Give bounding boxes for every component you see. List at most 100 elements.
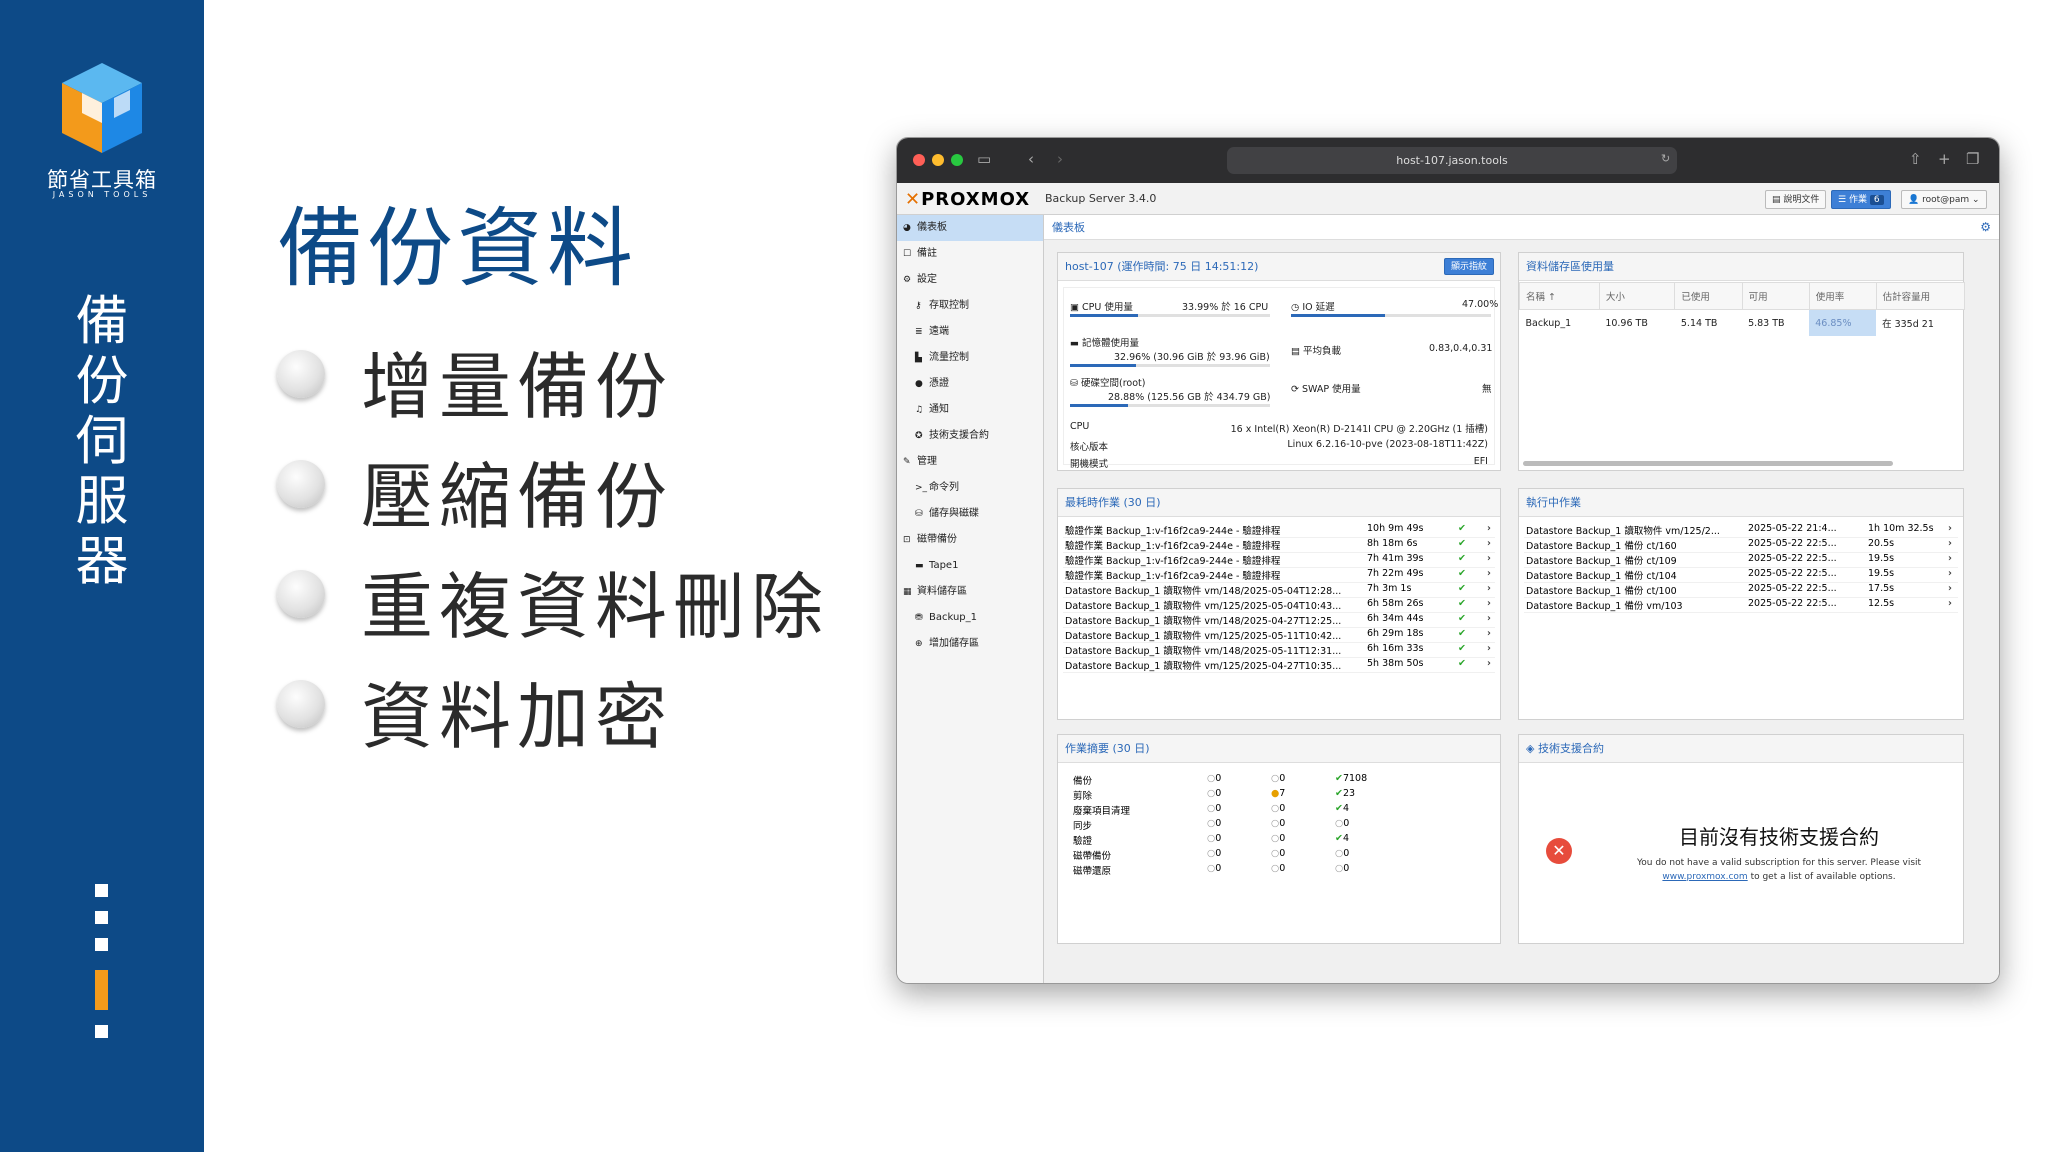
summary-row[interactable]: 驗證 ○0 ○0 ✔4 xyxy=(1063,833,1495,848)
task-row[interactable]: 驗證作業 Backup_1:v-f16f2ca9-244e - 驗證排程 10h … xyxy=(1063,523,1495,538)
chevron-right-icon[interactable]: › xyxy=(1487,523,1491,534)
back-icon[interactable]: ‹ xyxy=(1028,150,1034,168)
chevron-right-icon[interactable]: › xyxy=(1487,568,1491,579)
running-task-row[interactable]: Datastore Backup_1 備份 ct/160 2025-05-22 2… xyxy=(1524,538,1958,553)
certificate-icon: ● xyxy=(915,379,923,389)
nav-item-14[interactable]: ▦ 資料儲存區 xyxy=(897,579,1043,605)
nav-item-4[interactable]: ≣ 遠端 xyxy=(897,319,1043,345)
nav-item-11[interactable]: ⛁ 儲存與磁碟 xyxy=(897,501,1043,527)
column-header[interactable]: 可用 xyxy=(1741,282,1810,310)
close-window-button[interactable] xyxy=(913,154,925,166)
forward-icon[interactable]: › xyxy=(1057,150,1063,168)
table-cell: 在 335d 21 xyxy=(1882,319,1934,330)
summary-row[interactable]: 廢棄項目清理 ○0 ○0 ✔4 xyxy=(1063,803,1495,818)
minimize-window-button[interactable] xyxy=(932,154,944,166)
running-task-row[interactable]: Datastore Backup_1 備份 ct/100 2025-05-22 2… xyxy=(1524,583,1958,598)
page-indicator xyxy=(95,938,108,951)
table-row[interactable]: Backup_1 10.96 TB 5.14 TB 5.83 TB 46.85% 在 33… xyxy=(1520,309,1965,336)
task-row[interactable]: 驗證作業 Backup_1:v-f16f2ca9-244e - 驗證排程 7h 4… xyxy=(1063,553,1495,568)
datastore-table: 名稱 ↑ 大小 已使用 可用 使用率 估計容量用 Backup_1 10.96 TB 5.14 … xyxy=(1519,282,1966,336)
summary-row[interactable]: 磁帶備份 ○0 ○0 ○0 xyxy=(1063,848,1495,863)
chevron-right-icon[interactable]: › xyxy=(1487,553,1491,564)
running-tasks-panel: 執行中作業 Datastore Backup_1 讀取物件 vm/125/2..… xyxy=(1518,488,1964,720)
chevron-right-icon[interactable]: › xyxy=(1948,538,1952,549)
tasks-button[interactable]: ☰ 作業 6 xyxy=(1831,190,1891,209)
column-header[interactable]: 名稱 ↑ xyxy=(1519,282,1600,310)
task-row[interactable]: Datastore Backup_1 讀取物件 vm/125/2025-05-0… xyxy=(1063,598,1495,613)
column-header[interactable]: 大小 xyxy=(1598,282,1676,310)
chevron-right-icon[interactable]: › xyxy=(1948,583,1952,594)
nav-item-5[interactable]: ▙ 流量控制 xyxy=(897,345,1043,371)
chevron-right-icon[interactable]: › xyxy=(1487,643,1491,654)
bullet-dot-icon xyxy=(277,570,325,618)
nav-item-12[interactable]: ⊡ 磁帶備份 xyxy=(897,527,1043,553)
chart-icon: ▙ xyxy=(915,353,922,363)
nav-item-16[interactable]: ⊕ 增加儲存區 xyxy=(897,631,1043,657)
nav-item-7[interactable]: ♫ 通知 xyxy=(897,397,1043,423)
task-row[interactable]: Datastore Backup_1 讀取物件 vm/148/2025-05-0… xyxy=(1063,583,1495,598)
nav-item-1[interactable]: ☐ 備註 xyxy=(897,241,1043,267)
summary-row[interactable]: 磁帶還原 ○0 ○0 ○0 xyxy=(1063,863,1495,878)
maximize-window-button[interactable] xyxy=(951,154,963,166)
nav-item-8[interactable]: ✪ 技術支援合約 xyxy=(897,423,1043,449)
ok-check-icon: ✔ xyxy=(1458,583,1466,594)
task-row[interactable]: Datastore Backup_1 讀取物件 vm/125/2025-05-1… xyxy=(1063,628,1495,643)
running-task-row[interactable]: Datastore Backup_1 讀取物件 vm/125/2... 2025-… xyxy=(1524,523,1958,538)
share-icon[interactable]: ⇧ xyxy=(1909,150,1922,168)
tab-overview-icon[interactable]: ❐ xyxy=(1966,150,1979,168)
reload-icon[interactable]: ↻ xyxy=(1661,152,1670,165)
ok-check-icon: ✔ xyxy=(1458,568,1466,579)
load-average-value: 0.83,0.4,0.31 xyxy=(1429,343,1493,354)
navigation-tree: ◕ 儀表板 ☐ 備註 ⚙ 設定 ⚷ 存取控制 ≣ 遠端 ▙ 流量控制 ● 憑證 ♫ 通知 ✪ 技術支援合約 ✎ 管理 >… xyxy=(897,215,1044,983)
address-bar[interactable]: host-107.jason.tools xyxy=(1227,147,1677,174)
chevron-right-icon[interactable]: › xyxy=(1487,583,1491,594)
running-task-row[interactable]: Datastore Backup_1 備份 ct/109 2025-05-22 2… xyxy=(1524,553,1958,568)
column-header[interactable]: 已使用 xyxy=(1674,282,1743,310)
nav-item-15[interactable]: ⛃ Backup_1 xyxy=(897,605,1043,631)
vertical-title-char: 伺 xyxy=(75,411,129,472)
task-row[interactable]: Datastore Backup_1 讀取物件 vm/148/2025-04-2… xyxy=(1063,613,1495,628)
sidebar-toggle-icon[interactable]: ▭ xyxy=(977,150,991,168)
column-header[interactable]: 使用率 xyxy=(1808,282,1877,310)
chevron-right-icon[interactable]: › xyxy=(1487,598,1491,609)
task-row[interactable]: 驗證作業 Backup_1:v-f16f2ca9-244e - 驗證排程 8h 1… xyxy=(1063,538,1495,553)
cpu-usage-label: ▣ CPU 使用量 xyxy=(1070,302,1133,313)
chevron-right-icon[interactable]: › xyxy=(1948,568,1952,579)
task-row[interactable]: 驗證作業 Backup_1:v-f16f2ca9-244e - 驗證排程 7h 2… xyxy=(1063,568,1495,583)
user-menu-button[interactable]: 👤 root@pam ⌄ xyxy=(1901,190,1987,209)
error-x-icon: ✕ xyxy=(1546,838,1572,864)
running-task-row[interactable]: Datastore Backup_1 備份 ct/104 2025-05-22 2… xyxy=(1524,568,1958,583)
new-tab-icon[interactable]: + xyxy=(1938,150,1951,168)
kernel-value: Linux 6.2.16-10-pve (2023-08-18T11:42Z) xyxy=(1287,439,1488,450)
nav-item-6[interactable]: ● 憑證 xyxy=(897,371,1043,397)
running-task-row[interactable]: Datastore Backup_1 備份 vm/103 2025-05-22 2… xyxy=(1524,598,1958,613)
chevron-right-icon[interactable]: › xyxy=(1487,628,1491,639)
nav-item-0[interactable]: ◕ 儀表板 xyxy=(897,215,1043,241)
chevron-right-icon[interactable]: › xyxy=(1948,598,1952,609)
nav-item-10[interactable]: >_ 命令列 xyxy=(897,475,1043,501)
server-icon: ≣ xyxy=(915,327,923,337)
nav-item-2[interactable]: ⚙ 設定 xyxy=(897,267,1043,293)
show-fingerprint-button[interactable]: 顯示指紋 xyxy=(1443,258,1494,275)
task-row[interactable]: Datastore Backup_1 讀取物件 vm/125/2025-04-2… xyxy=(1063,658,1495,673)
docs-button[interactable]: ▤ 說明文件 xyxy=(1765,190,1827,209)
horizontal-scrollbar[interactable] xyxy=(1523,461,1893,466)
summary-row[interactable]: 備份 ○0 ○0 ✔7108 xyxy=(1063,773,1495,788)
breadcrumb: 儀表板 xyxy=(1044,215,1999,240)
column-header[interactable]: 估計容量用 xyxy=(1875,282,1966,310)
proxmox-link[interactable]: www.proxmox.com xyxy=(1662,872,1747,882)
dashboard-main: 儀表板 ⚙ host-107 (運作時間: 75 日 14:51:12) 顯示指… xyxy=(1044,215,1999,983)
chevron-right-icon[interactable]: › xyxy=(1948,553,1952,564)
settings-gear-icon[interactable]: ⚙ xyxy=(1980,220,1991,234)
chevron-right-icon[interactable]: › xyxy=(1487,658,1491,669)
nav-item-9[interactable]: ✎ 管理 xyxy=(897,449,1043,475)
app-header: ✕PROXMOX Backup Server 3.4.0 ▤ 說明文件 ☰ 作業… xyxy=(897,183,1999,215)
summary-row[interactable]: 同步 ○0 ○0 ○0 xyxy=(1063,818,1495,833)
summary-row[interactable]: 剪除 ○0 ●7 ✔23 xyxy=(1063,788,1495,803)
chevron-right-icon[interactable]: › xyxy=(1487,613,1491,624)
task-row[interactable]: Datastore Backup_1 讀取物件 vm/148/2025-05-1… xyxy=(1063,643,1495,658)
chevron-right-icon[interactable]: › xyxy=(1487,538,1491,549)
nav-item-13[interactable]: ▬ Tape1 xyxy=(897,553,1043,579)
chevron-right-icon[interactable]: › xyxy=(1948,523,1952,534)
nav-item-3[interactable]: ⚷ 存取控制 xyxy=(897,293,1043,319)
